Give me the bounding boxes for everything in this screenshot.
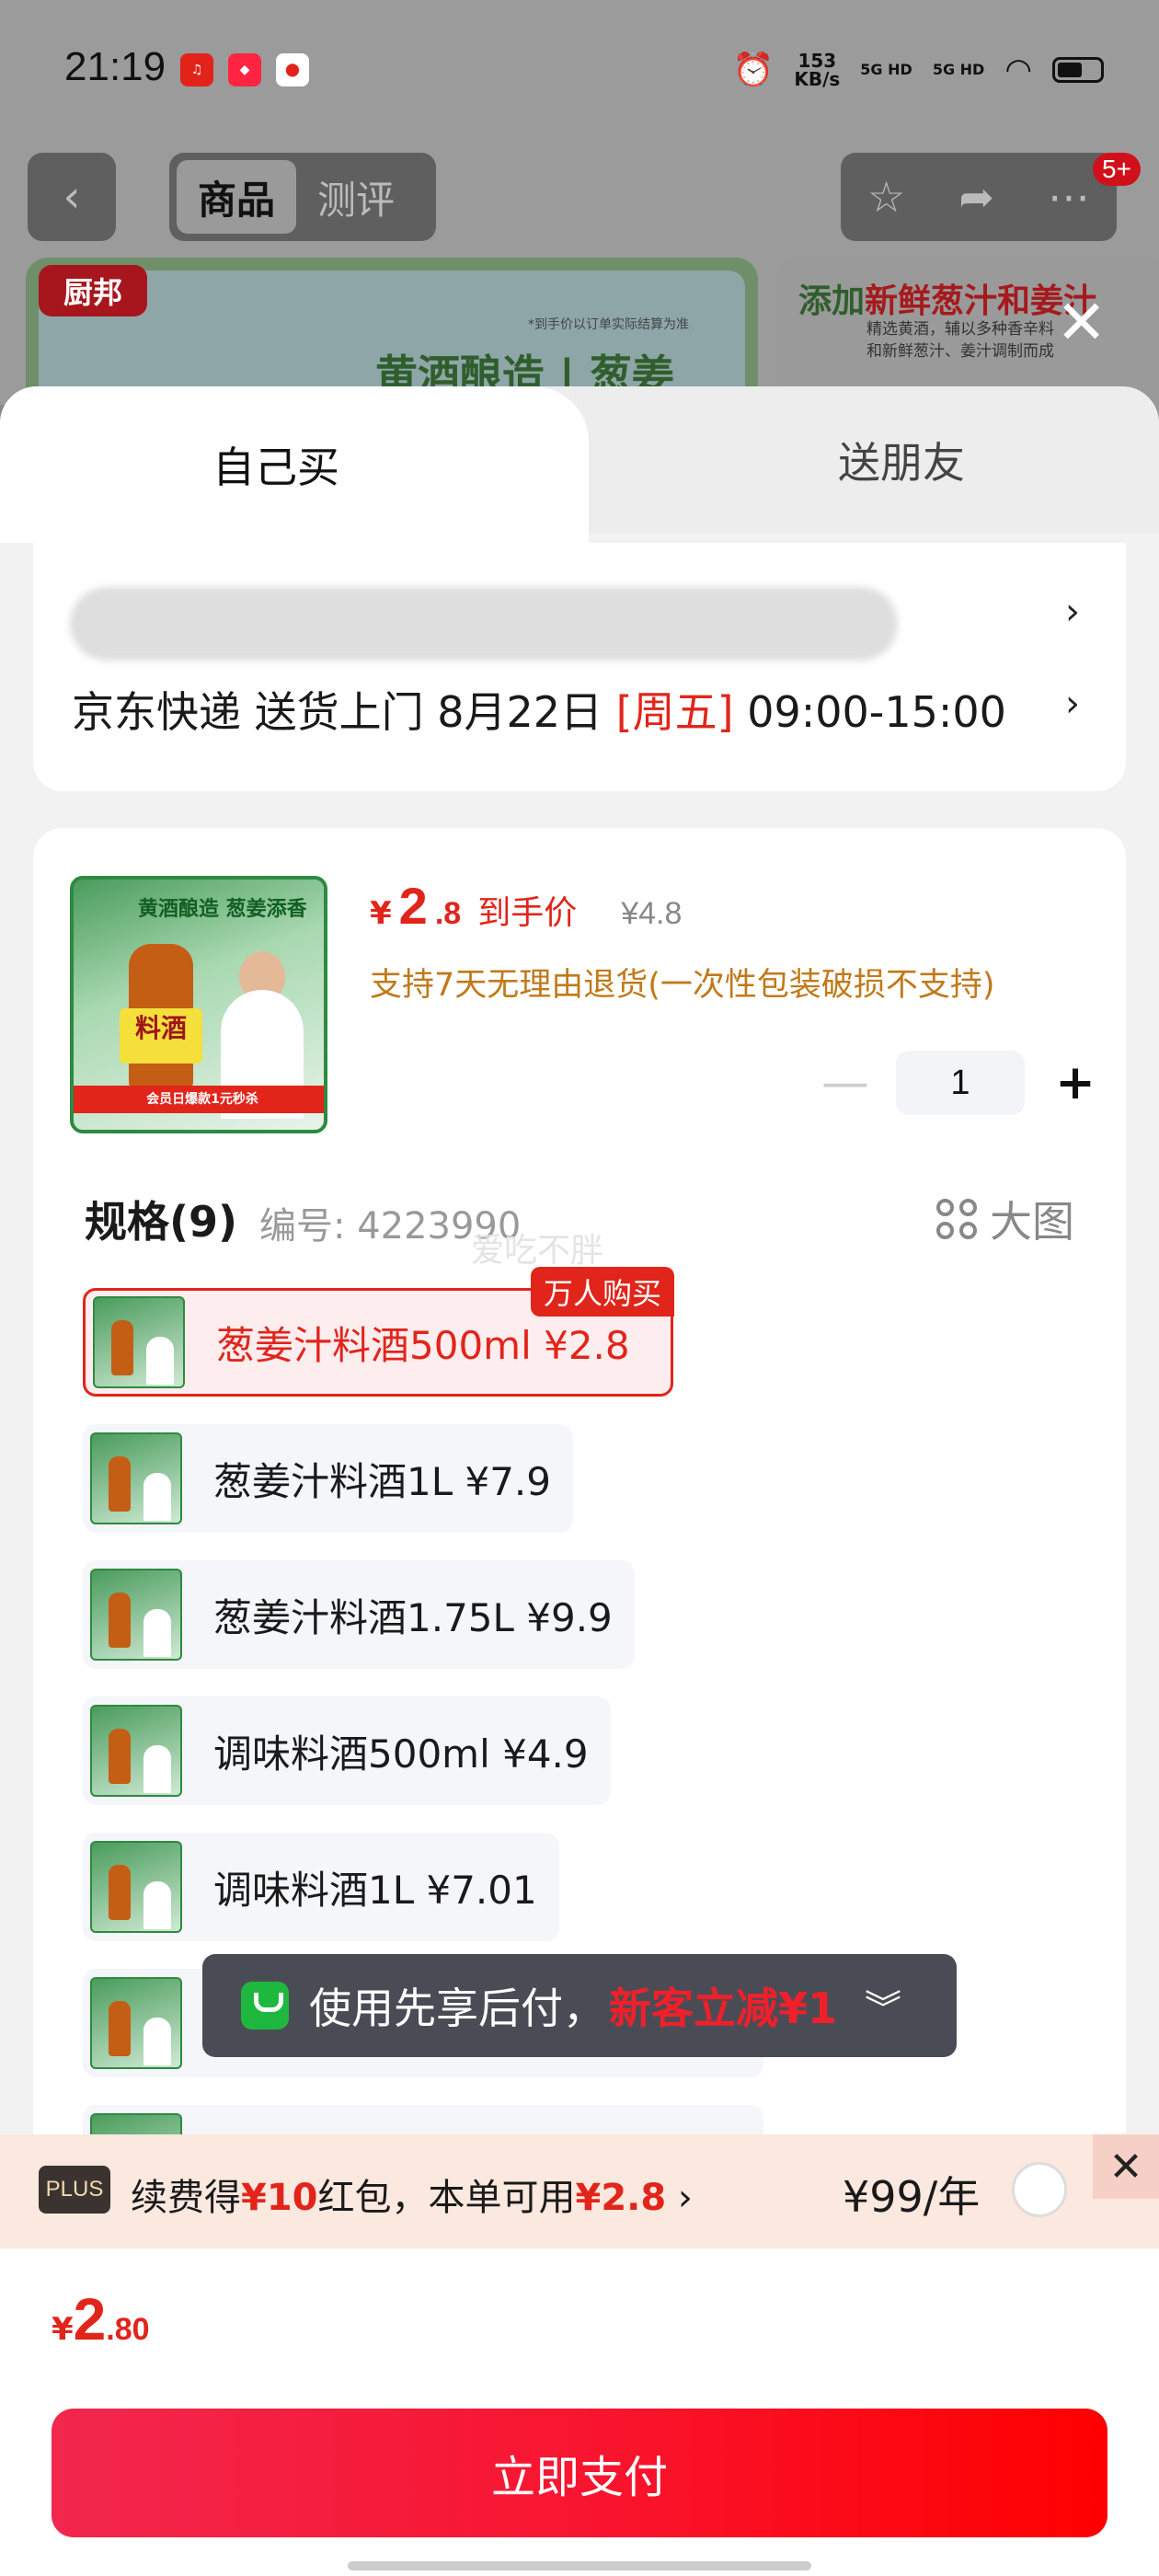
- product-image[interactable]: 黄酒酿造 葱姜添香 料酒 会员日爆款1元秒杀: [70, 876, 327, 1133]
- spec-thumbnail: [90, 1569, 182, 1661]
- status-bar: 21:19 ♫ ◆ ⬤ ⏰ 153 KB/s 5G HD 5G HD ◠: [0, 0, 1159, 138]
- quantity-value[interactable]: 1: [896, 1051, 1025, 1115]
- return-policy: 支持7天无理由退货(一次性包装破损不支持): [370, 967, 995, 1004]
- spec-option[interactable]: 调味料酒1L ¥7.01: [83, 1833, 559, 1941]
- battery-icon: [1052, 57, 1104, 83]
- netease-music-icon: ♫: [180, 53, 213, 86]
- message-badge: 5+: [1093, 153, 1141, 186]
- double-chevron-down-icon[interactable]: ︾: [865, 1979, 901, 2032]
- home-indicator[interactable]: [348, 2561, 811, 2570]
- spec-thumbnail: [90, 1977, 182, 2069]
- spec-thumbnail: [90, 1841, 182, 1933]
- wifi-icon: ◠: [1004, 52, 1032, 88]
- back-button[interactable]: ‹: [28, 153, 116, 241]
- tab-product[interactable]: 商品: [177, 160, 296, 234]
- xiaohongshu-icon: ◆: [228, 53, 261, 86]
- banner-right-title: 添加新鲜葱汁和姜汁: [798, 282, 1097, 320]
- chevron-left-icon: ‹: [63, 171, 81, 223]
- purchase-tabs: 送朋友 自己买: [0, 386, 1159, 543]
- address-blurred: [70, 587, 898, 661]
- banner-note: *到手价以订单实际结算为准: [528, 317, 689, 332]
- grid-icon: [936, 1199, 977, 1239]
- spec-option[interactable]: 葱姜汁料酒1.75L ¥9.9: [83, 1560, 635, 1669]
- signal-1: 5G HD: [860, 61, 912, 78]
- minus-icon[interactable]: —: [813, 1051, 878, 1115]
- pay-area: 立即支付: [0, 2396, 1159, 2576]
- more-icon[interactable]: ⋯: [1048, 172, 1090, 222]
- nav-actions: ☆ ➦ ⋯: [841, 153, 1117, 241]
- plus-price: ¥99/年: [843, 2172, 981, 2222]
- plus-membership-bar: PLUS 续费得¥10红包，本单可用¥2.8 › ¥99/年 ✕: [0, 2134, 1159, 2248]
- big-image-button[interactable]: 大图: [936, 1189, 1074, 1249]
- spec-option[interactable]: 葱姜汁料酒1L ¥7.9: [83, 1424, 573, 1533]
- spec-option[interactable]: 调味料酒500ml ¥4.9: [83, 1696, 611, 1805]
- map-pin-icon: ⬤: [276, 53, 309, 86]
- quantity-stepper: — 1 +: [813, 1051, 1107, 1115]
- chevron-right-icon: ›: [1065, 591, 1080, 633]
- brand-logo: 厨邦: [39, 265, 147, 316]
- spec-thumbnail: [90, 1432, 182, 1524]
- tab-review[interactable]: 测评: [296, 160, 416, 234]
- address-card[interactable]: › 京东快递 送货上门 8月22日 [周五] 09:00-15:00 ›: [33, 543, 1126, 791]
- plus-badge: PLUS: [39, 2166, 110, 2214]
- plus-icon[interactable]: +: [1043, 1051, 1107, 1115]
- tab-gift-friend[interactable]: 送朋友: [644, 386, 1159, 534]
- chevron-right-icon: ›: [666, 2177, 693, 2219]
- signal-2: 5G HD: [932, 61, 985, 78]
- notification-icons: ♫ ◆ ⬤: [180, 53, 309, 86]
- network-speed: 153 KB/s: [794, 50, 841, 90]
- close-icon[interactable]: ✕: [1093, 2134, 1159, 2199]
- popular-tag: 万人购买: [530, 1267, 674, 1317]
- pay-later-toast[interactable]: 使用先享后付， 新客立减¥1 ︾: [202, 1954, 957, 2057]
- total-bar: ¥ 2 .80: [0, 2248, 1159, 2396]
- total-price: ¥ 2 .80: [52, 2286, 150, 2352]
- spec-thumbnail: [90, 1705, 182, 1797]
- watermark: 爱吃不胖: [471, 1232, 604, 1270]
- star-icon[interactable]: ☆: [867, 172, 905, 222]
- close-icon[interactable]: ✕: [1056, 293, 1107, 353]
- share-icon[interactable]: ➦: [958, 172, 994, 222]
- chevron-right-icon: ›: [1065, 683, 1080, 725]
- spec-title: 规格(9): [85, 1197, 238, 1247]
- banner-right-subtitle: 精选黄酒，辅以多种香辛料 和新鲜葱汁、姜汁调制而成: [866, 320, 1054, 361]
- alarm-icon: ⏰: [732, 52, 775, 89]
- tab-buy-self[interactable]: 自己买: [0, 386, 589, 543]
- plus-radio[interactable]: [1012, 2162, 1067, 2217]
- spec-option[interactable]: 葱姜汁料酒500ml ¥2.8 万人购买: [83, 1267, 674, 1397]
- system-status: ⏰ 153 KB/s 5G HD 5G HD ◠: [733, 51, 1104, 89]
- spec-thumbnail: [93, 1296, 185, 1388]
- pay-now-button[interactable]: 立即支付: [52, 2409, 1107, 2537]
- delivery-info[interactable]: 京东快递 送货上门 8月22日 [周五] 09:00-15:00: [72, 679, 1006, 740]
- original-price: ¥4.8: [621, 896, 683, 931]
- product-tabs: 商品 测评: [169, 153, 436, 241]
- plus-offer-text[interactable]: 续费得¥10红包，本单可用¥2.8 ›: [131, 2168, 693, 2221]
- wechat-pay-icon: [241, 1982, 289, 2030]
- price-row: ¥ 2 .8 到手价 ¥4.8: [370, 877, 683, 935]
- clock: 21:19: [64, 44, 166, 89]
